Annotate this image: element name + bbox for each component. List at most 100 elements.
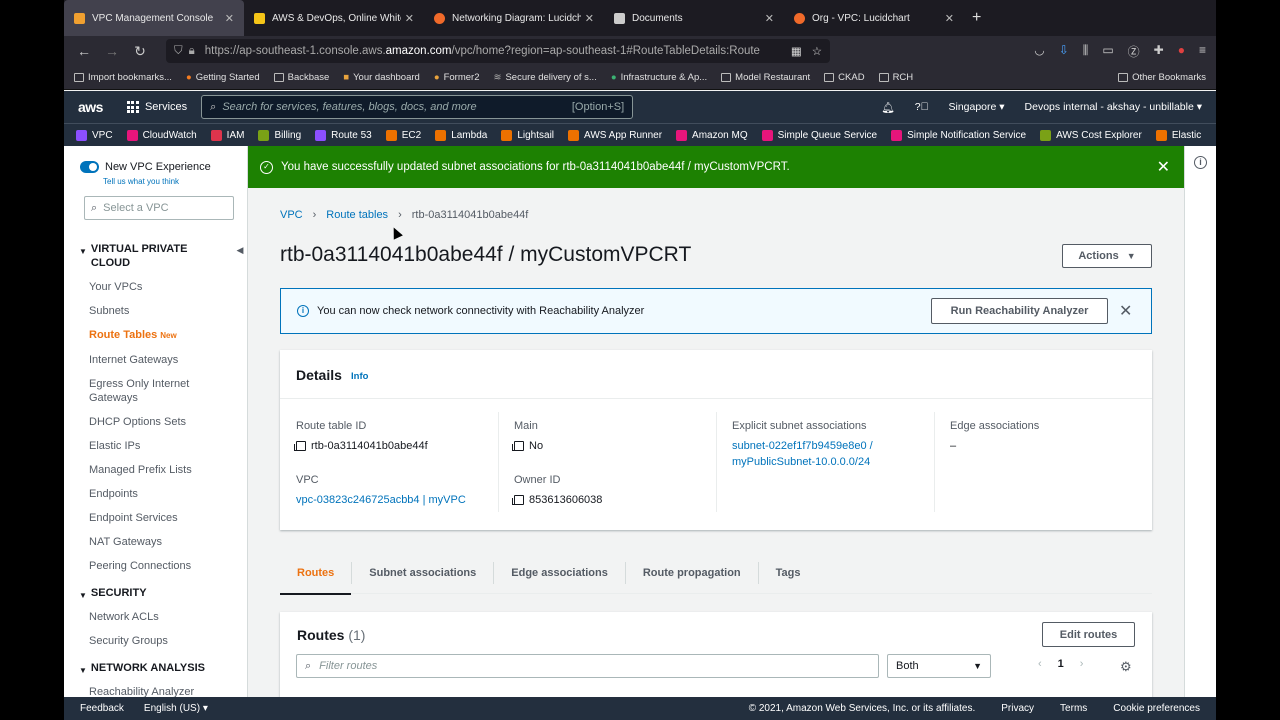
sidebar-item-managed-prefix-lists[interactable]: Managed Prefix Lists [64,463,248,477]
other-bookmarks[interactable]: Other Bookmarks [1118,72,1206,83]
favorite-service[interactable]: Elastic [1155,129,1201,141]
menu-icon[interactable]: ≡ [1199,43,1206,60]
new-tab-icon[interactable]: + [972,9,981,27]
pocket-icon[interactable]: ◡ [1034,43,1044,60]
breadcrumb-route-tables[interactable]: Route tables [326,209,388,221]
bookmark-item[interactable]: CKAD [824,72,865,83]
sidebar-item-your-vpcs[interactable]: Your VPCs [64,280,248,294]
download-icon[interactable]: ⇩ [1059,43,1069,60]
dismiss-flash-icon[interactable]: ✕ [1157,157,1170,177]
back-icon[interactable]: ← [70,43,98,59]
favorite-service[interactable]: Simple Notification Service [891,129,1026,141]
terms-link[interactable]: Terms [1060,703,1087,714]
sidebar-item-elastic-ips[interactable]: Elastic IPs [64,439,248,453]
bookmark-item[interactable]: Import bookmarks... [74,72,172,83]
run-reachability-analyzer-button[interactable]: Run Reachability Analyzer [931,298,1108,324]
section-virtual-private-cloud[interactable]: ▼ VIRTUAL PRIVATE CLOUD [64,242,248,270]
browser-tab[interactable]: Documents ✕ [604,0,784,36]
sidebar-item-nat-gateways[interactable]: NAT Gateways [64,535,248,549]
tab-subnet-associations[interactable]: Subnet associations [351,561,493,584]
tab-routes[interactable]: Routes [280,552,352,595]
tab-route-propagation[interactable]: Route propagation [624,561,758,584]
section-network-analysis[interactable]: ▼ NETWORK ANALYSIS [64,661,248,678]
close-tab-icon[interactable]: ✕ [225,12,234,25]
filter-routes-input[interactable]: ⌕ Filter routes [296,654,879,678]
sidebar-item-route-tables[interactable]: Route Tables New [64,328,248,343]
next-page-icon[interactable]: › [1080,658,1084,670]
bookmark-item[interactable]: ≋ Secure delivery of s... [493,72,596,83]
region-selector[interactable]: Singapore ▾ [948,101,1004,113]
extensions-icon[interactable]: ✚ [1154,43,1164,60]
favorite-service[interactable]: VPC [76,129,113,141]
extension-badge-icon[interactable]: ● [1178,43,1185,60]
copy-icon[interactable] [512,441,524,451]
toggle-switch[interactable] [80,161,99,173]
bookmark-item[interactable]: Backbase [273,72,329,83]
sidebar-item-dhcp-options-sets[interactable]: DHCP Options Sets [64,415,248,429]
url-bar[interactable]: ⛉ 🔒︎ https://ap-southeast-1.console.aws.… [166,39,830,63]
current-page[interactable]: 1 [1058,658,1064,670]
sidebar-icon[interactable]: ▭ [1102,43,1113,60]
bookmark-item[interactable]: ■ Your dashboard [343,72,419,83]
sidebar-item-security-groups[interactable]: Security Groups [64,634,248,648]
info-link[interactable]: Info [351,371,368,382]
services-menu[interactable]: Services [126,101,187,113]
language-selector[interactable]: English (US) ▾ [144,703,208,714]
copy-icon[interactable] [512,495,524,505]
favorite-service[interactable]: Lightsail [501,129,554,141]
browser-tab[interactable]: VPC Management Console ✕ [64,0,244,36]
new-vpc-experience-toggle[interactable]: New VPC Experience [80,161,211,173]
vpc-link[interactable]: vpc-03823c246725acbb4 | myVPC [296,492,496,508]
gear-icon[interactable]: ⚙ [1120,659,1132,675]
sidebar-item-peering-connections[interactable]: Peering Connections [64,559,248,573]
bookmark-item[interactable]: ● Getting Started [186,72,260,83]
help-icon[interactable]: ?⃝ [915,101,929,113]
browser-tab[interactable]: Networking Diagram: Lucidchart ✕ [424,0,604,36]
copy-icon[interactable] [294,441,306,451]
privacy-link[interactable]: Privacy [1001,703,1034,714]
favorite-service[interactable]: Amazon MQ [676,129,748,141]
sidebar-item-subnets[interactable]: Subnets [64,304,248,318]
breadcrumb-vpc[interactable]: VPC [280,209,303,221]
favorite-service[interactable]: AWS Cost Explorer [1040,129,1142,141]
grid-icon[interactable]: ▦ [791,44,802,58]
favorite-service[interactable]: Lambda [435,129,487,141]
favorite-service[interactable]: AWS App Runner [568,129,662,141]
favorite-service[interactable]: Route 53 [315,129,372,141]
sidebar-item-endpoints[interactable]: Endpoints [64,487,248,501]
close-tab-icon[interactable]: ✕ [585,12,594,25]
actions-button[interactable]: Actions ▼ [1062,244,1152,268]
account-menu[interactable]: Devops internal - akshay - unbillable ▾ [1025,101,1202,113]
favorite-service[interactable]: EC2 [385,129,421,141]
collapse-sidebar-icon[interactable]: ◀ [232,238,248,262]
favorite-service[interactable]: Simple Queue Service [761,129,877,141]
close-tab-icon[interactable]: ✕ [945,12,954,25]
bell-icon[interactable]: 🔔︎ [881,101,894,114]
bookmark-item[interactable]: RCH [878,72,913,83]
info-icon[interactable]: i [1194,156,1207,169]
browser-tab[interactable]: Org - VPC: Lucidchart ✕ [784,0,964,36]
bookmark-star-icon[interactable]: ☆ [812,44,822,58]
sidebar-item-endpoint-services[interactable]: Endpoint Services [64,511,248,525]
sidebar-item-network-acls[interactable]: Network ACLs [64,610,248,624]
favorite-service[interactable]: IAM [210,129,244,141]
edit-routes-button[interactable]: Edit routes [1042,622,1135,647]
reload-icon[interactable]: ↻ [126,43,154,60]
library-icon[interactable]: ⫼ [1083,43,1089,60]
close-tab-icon[interactable]: ✕ [405,12,414,25]
feedback-link[interactable]: Feedback [80,703,124,714]
tab-edge-associations[interactable]: Edge associations [493,561,625,584]
cookie-preferences-link[interactable]: Cookie preferences [1113,703,1200,714]
bookmark-item[interactable]: Model Restaurant [721,72,810,83]
feedback-link[interactable]: Tell us what you think [103,177,179,186]
sidebar-item-egress-only-internet-gateways[interactable]: Egress Only Internet Gateways [64,377,194,405]
dismiss-banner-icon[interactable]: ✕ [1119,301,1132,321]
favorite-service[interactable]: Billing [258,129,301,141]
close-tab-icon[interactable]: ✕ [765,12,774,25]
bookmark-item[interactable]: ● Former2 [434,72,480,83]
favorite-service[interactable]: CloudWatch [126,129,197,141]
section-security[interactable]: ▼ SECURITY [64,586,248,603]
previous-page-icon[interactable]: ‹ [1038,658,1042,670]
aws-logo[interactable]: aws [78,99,103,115]
forward-icon[interactable]: → [98,43,126,59]
